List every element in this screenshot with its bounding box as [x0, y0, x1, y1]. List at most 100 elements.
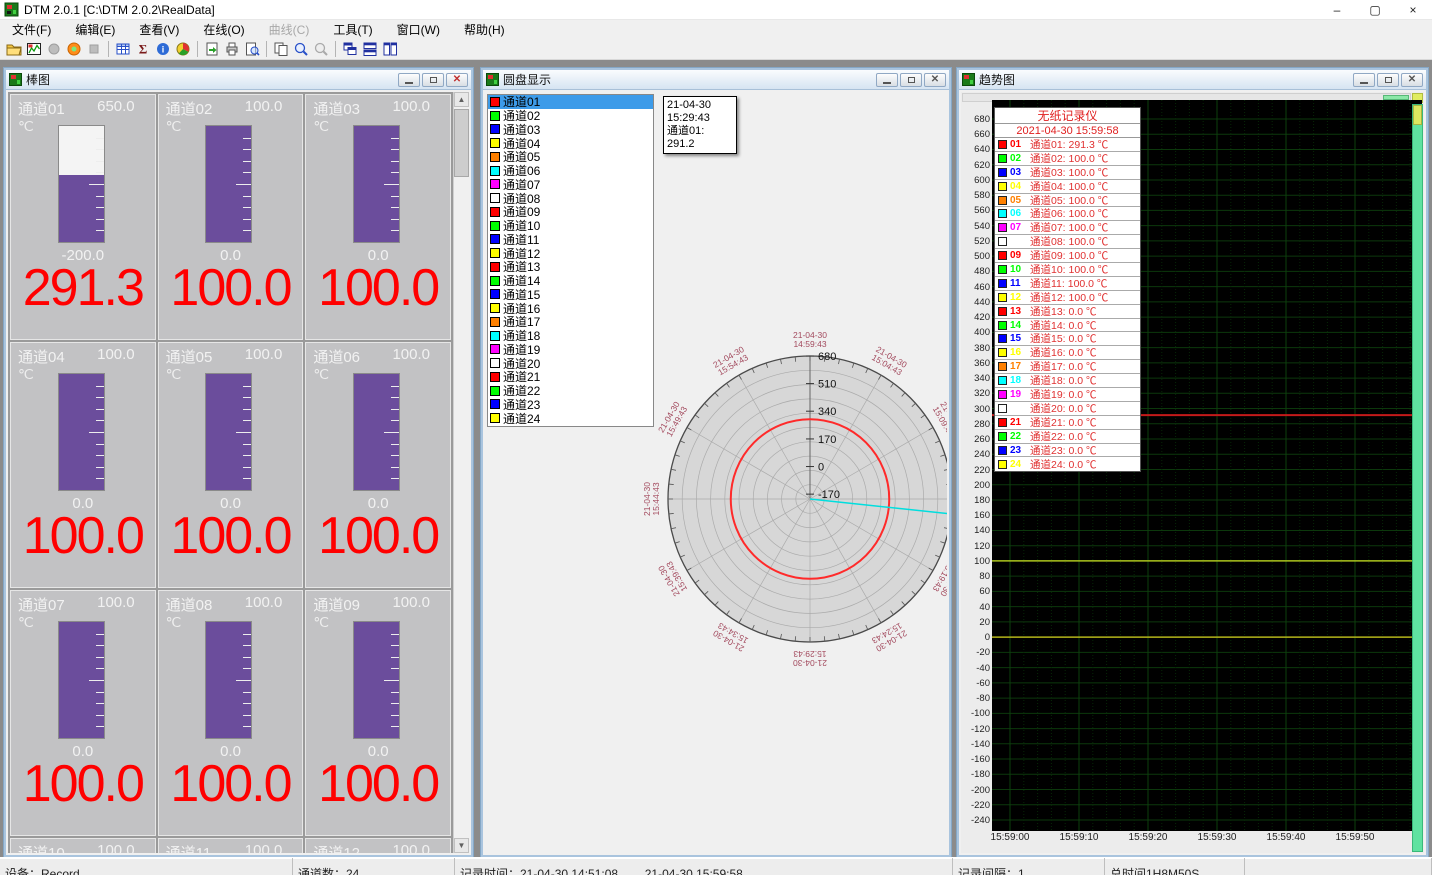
- scroll-down-arrow[interactable]: ▼: [454, 838, 469, 853]
- legend-channel-value: 通道11: 100.0 ℃: [1030, 277, 1107, 291]
- bar-window-restore-button[interactable]: [422, 73, 444, 87]
- copy-icon[interactable]: [271, 40, 291, 58]
- pie-chart-icon[interactable]: [173, 40, 193, 58]
- trend-vertical-scrollbar[interactable]: [1412, 104, 1423, 852]
- scrollbar-thumb[interactable]: [454, 109, 469, 177]
- sigma-icon[interactable]: Σ: [133, 40, 153, 58]
- info-icon[interactable]: i: [153, 40, 173, 58]
- trend-window-title-bar[interactable]: 趋势图 ✕: [959, 70, 1426, 90]
- legend-row-18: 18通道18: 0.0 ℃: [995, 374, 1140, 388]
- disc-window-close-button[interactable]: ✕: [924, 73, 946, 87]
- menu-item-7[interactable]: 窗口(W): [385, 19, 452, 40]
- open-icon[interactable]: [4, 40, 24, 58]
- channel-name: 通道11: [166, 842, 212, 853]
- menu-item-8[interactable]: 帮助(H): [452, 19, 517, 40]
- gauge-tick: [96, 172, 104, 173]
- legend-row-7: 07通道07: 100.0 ℃: [995, 221, 1140, 235]
- legend-channel-value: 通道12: 100.0 ℃: [1030, 291, 1108, 305]
- trend-window-title: 趋势图: [979, 71, 1015, 88]
- y-tick-label: 160: [974, 510, 990, 521]
- gauge-tick: [96, 386, 104, 387]
- legend-row-15: 15通道15: 0.0 ℃: [995, 332, 1140, 346]
- cascade-windows-icon[interactable]: [340, 40, 360, 58]
- bar-gauge-cell-7: 通道07100.0℃0.0100.0: [10, 590, 156, 836]
- menu-item-2[interactable]: 编辑(E): [63, 19, 127, 40]
- trend-window-close-button[interactable]: ✕: [1401, 73, 1423, 87]
- channel-color-swatch: [490, 97, 500, 107]
- channel-value: 100.0: [159, 754, 303, 814]
- legend-color-swatch: [998, 348, 1007, 357]
- gauge-tick: [96, 645, 104, 646]
- menu-item-3[interactable]: 查看(V): [127, 19, 191, 40]
- bar-window-scrollbar[interactable]: ▲ ▼: [453, 92, 469, 853]
- print-preview-icon[interactable]: [242, 40, 262, 58]
- vscroll-thumb[interactable]: [1413, 105, 1422, 125]
- bar-window-title-bar[interactable]: 棒图 ✕: [6, 70, 471, 90]
- data-table-icon[interactable]: [113, 40, 133, 58]
- export-icon[interactable]: [202, 40, 222, 58]
- unit-label: ℃: [313, 366, 329, 383]
- trend-window-restore-button[interactable]: [1377, 73, 1399, 87]
- legend-channel-number: 20: [1010, 403, 1027, 414]
- bar-window-minimize-button[interactable]: [398, 73, 420, 87]
- x-tick-label: 15:59:00: [991, 832, 1030, 843]
- legend-timestamp: 2021-04-30 15:59:58: [995, 124, 1140, 138]
- gauge-tick: [243, 161, 251, 162]
- svg-text:510: 510: [818, 379, 836, 391]
- gauge-tick: [384, 680, 399, 681]
- tile-vertical-icon[interactable]: [380, 40, 400, 58]
- legend-title: 无纸记录仪: [995, 108, 1140, 124]
- maximize-button[interactable]: ▢: [1356, 0, 1394, 19]
- gauge-tick: [96, 409, 104, 410]
- disc-window-title-bar[interactable]: 圆盘显示 ✕: [483, 70, 949, 90]
- legend-color-swatch: [998, 293, 1007, 302]
- close-button[interactable]: ×: [1394, 0, 1432, 19]
- gauge-tick: [96, 478, 104, 479]
- y-tick-label: -160: [971, 754, 990, 765]
- gauge-tick: [96, 230, 104, 231]
- legend-channel-number: 15: [1010, 333, 1027, 344]
- menu-item-4[interactable]: 在线(O): [191, 19, 256, 40]
- status-field-2: 通道数：24: [293, 858, 455, 875]
- disc-window-restore-button[interactable]: [900, 73, 922, 87]
- unit-label: ℃: [166, 118, 182, 135]
- status-field-4: 记录间隔：1: [953, 858, 1105, 875]
- zoom-in-icon[interactable]: [291, 40, 311, 58]
- menu-item-1[interactable]: 文件(F): [0, 19, 63, 40]
- y-tick-label: 420: [974, 312, 990, 323]
- y-tick-label: 600: [974, 175, 990, 186]
- minimize-button[interactable]: –: [1318, 0, 1356, 19]
- bar-chart-window: 棒图 ✕ 通道01650.0℃-200.0291.3通道02100.0℃0.01…: [4, 68, 473, 857]
- bar-cell-header: 通道11100.0: [166, 842, 283, 853]
- gauge-tick: [243, 420, 251, 421]
- x-tick-label: 15:59:10: [1060, 832, 1099, 843]
- realtime-chart-icon[interactable]: [24, 40, 44, 58]
- y-tick-label: 240: [974, 449, 990, 460]
- bar-gauge-cell-12: 通道12100.0℃0.0100.0: [305, 838, 451, 853]
- y-tick-label: 100: [974, 556, 990, 567]
- scale-max-value: 100.0: [97, 594, 135, 615]
- menu-item-5: 曲线(C): [257, 19, 322, 40]
- legend-channel-number: 05: [1010, 195, 1027, 206]
- tooltip-time: 15:29:43: [667, 112, 733, 125]
- gauge-tick: [391, 692, 399, 693]
- bar-window-close-button[interactable]: ✕: [446, 73, 468, 87]
- print-icon[interactable]: [222, 40, 242, 58]
- record-active-icon[interactable]: [64, 40, 84, 58]
- trend-window-minimize-button[interactable]: [1353, 73, 1375, 87]
- channel-name: 通道09: [313, 594, 360, 615]
- disc-window-minimize-button[interactable]: [876, 73, 898, 87]
- main-toolbar: Σi: [0, 39, 1432, 60]
- y-tick-label: -120: [971, 724, 990, 735]
- scroll-up-arrow[interactable]: ▲: [454, 92, 469, 107]
- y-tick-label: 680: [974, 114, 990, 125]
- bar-window-icon: [9, 73, 22, 86]
- window-title: DTM 2.0.1 [C:\DTM 2.0.2\RealData]: [24, 3, 215, 17]
- gauge-bar: [353, 125, 400, 243]
- menu-item-6[interactable]: 工具(T): [321, 19, 384, 40]
- channel-color-swatch: [490, 138, 500, 148]
- gauge-tick: [89, 680, 104, 681]
- tile-horizontal-icon[interactable]: [360, 40, 380, 58]
- legend-channel-value: 通道21: 0.0 ℃: [1030, 416, 1097, 430]
- trend-x-axis: 15:59:0015:59:1015:59:2015:59:3015:59:40…: [961, 832, 1424, 846]
